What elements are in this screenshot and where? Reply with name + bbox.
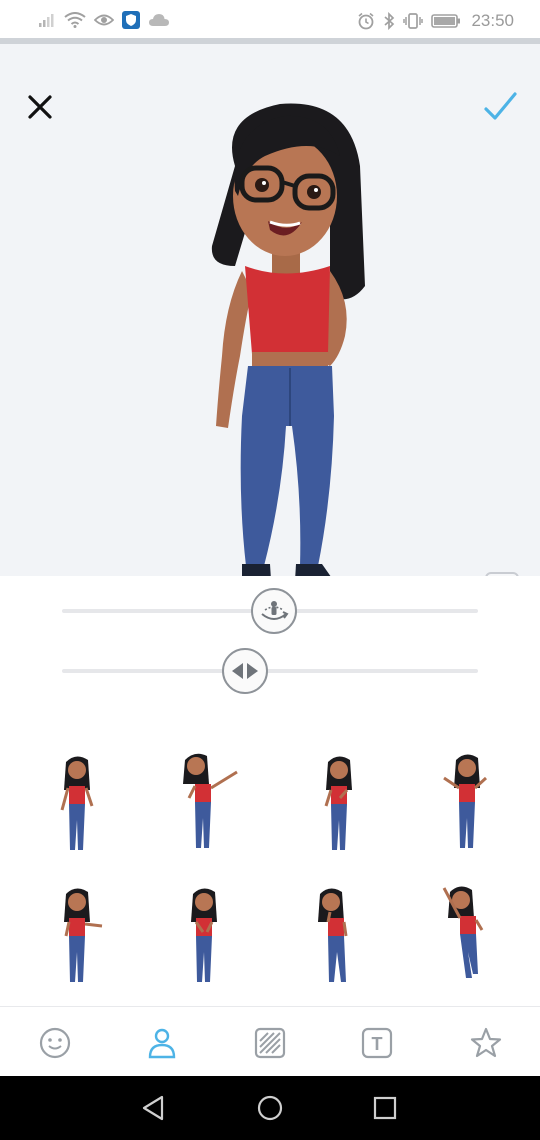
checkmark-icon [484,92,517,120]
pose-thumbnail[interactable] [300,750,380,870]
toolbar-text-button[interactable]: T [357,1023,397,1063]
status-time: 23:50 [471,11,514,30]
nav-home-button[interactable] [254,1092,286,1124]
bottom-toolbar: T [0,1006,540,1076]
signal-icon [39,14,54,27]
pattern-icon [254,1027,286,1059]
toolbar-pattern-button[interactable] [250,1023,290,1063]
confirm-button[interactable] [480,87,520,127]
cloud-icon [149,14,169,26]
pose-thumbnail[interactable] [36,882,116,1002]
avatar-preview [0,44,540,606]
horizontal-slider-track[interactable] [62,669,478,673]
pose-grid [0,730,540,1006]
rotate-icon [261,601,289,620]
vibrate-icon [403,13,424,29]
text-icon: T [361,1027,393,1059]
close-button[interactable] [22,89,58,125]
person-icon [148,1028,176,1059]
back-icon [142,1095,164,1121]
toolbar-smiley-button[interactable] [35,1023,75,1063]
text-tool-label: T [372,1034,383,1054]
recents-icon [373,1096,397,1120]
smiley-icon [39,1027,71,1059]
wifi-icon [64,12,86,28]
horizontal-slider-knob[interactable] [222,648,268,694]
rotate-slider-knob[interactable] [251,588,297,634]
bluetooth-icon [384,12,395,30]
shield-app-icon [122,11,140,29]
bitmoji-avatar[interactable] [190,96,380,616]
pose-thumbnail[interactable] [36,750,116,870]
pose-thumbnail[interactable] [428,748,508,868]
alarm-icon [358,12,374,30]
pose-thumbnail[interactable] [428,878,508,998]
star-icon [470,1027,502,1058]
pose-thumbnail[interactable] [165,882,245,1002]
close-icon [28,95,52,119]
battery-icon [431,14,461,28]
nav-recents-button[interactable] [369,1092,401,1124]
toolbar-favorites-button[interactable] [466,1023,506,1063]
pose-sliders [0,576,540,706]
pose-thumbnail[interactable] [300,882,380,1002]
status-bar: 23:50 [0,0,540,40]
toolbar-person-button[interactable] [142,1023,182,1063]
nav-back-button[interactable] [138,1092,170,1124]
horizontal-arrows-icon [232,663,258,679]
eye-icon [94,14,114,26]
system-nav-bar [0,1076,540,1140]
home-icon [257,1095,283,1121]
pose-thumbnail[interactable] [165,748,245,868]
